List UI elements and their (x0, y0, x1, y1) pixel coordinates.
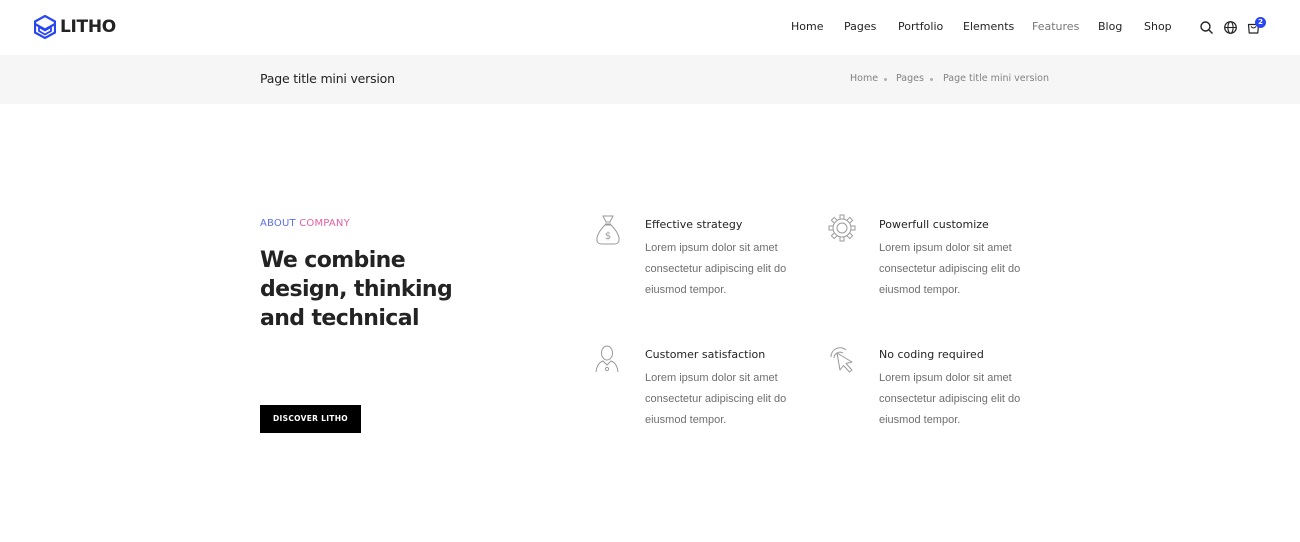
feature-description-line: eiusmod tempor. (879, 284, 961, 296)
site-header: LITHO Home Pages Portfolio Elements Feat… (0, 0, 1300, 55)
feature-description-line: Lorem ipsum dolor sit amet (879, 372, 1012, 384)
nav-item-pages[interactable]: Pages (844, 20, 876, 33)
feature-title: Effective strategy (645, 218, 743, 231)
feature-description-line: Lorem ipsum dolor sit amet (879, 242, 1012, 254)
user-icon (595, 345, 619, 373)
feature-description: Lorem ipsum dolor sit amet consectetur a… (645, 238, 815, 301)
breadcrumb-separator (884, 78, 887, 81)
page-title-bar: Page title mini version Home Pages Page … (0, 55, 1300, 104)
feature-description: Lorem ipsum dolor sit amet consectetur a… (879, 368, 1049, 431)
nav-item-portfolio[interactable]: Portfolio (898, 20, 943, 33)
nav-item-shop[interactable]: Shop (1144, 20, 1172, 33)
feature-description: Lorem ipsum dolor sit amet consectetur a… (879, 238, 1049, 301)
nav-item-home[interactable]: Home (791, 20, 823, 33)
feature-description-line: Lorem ipsum dolor sit amet (645, 372, 778, 384)
eyebrow-part1: ABOUT (260, 218, 296, 229)
feature-description-line: eiusmod tempor. (645, 414, 727, 426)
headline-line: and technical (260, 306, 419, 331)
feature-title: No coding required (879, 348, 984, 361)
feature-description-line: consectetur adipiscing elit do (879, 393, 1021, 405)
breadcrumb: Home Pages Page title mini version (0, 73, 1300, 87)
feature-title: Customer satisfaction (645, 348, 766, 361)
nav-item-features[interactable]: Features (1032, 20, 1079, 33)
feature-description-line: eiusmod tempor. (645, 284, 727, 296)
breadcrumb-pages[interactable]: Pages (896, 73, 924, 84)
breadcrumb-separator (930, 78, 933, 81)
section-eyebrow: ABOUT COMPANY (260, 218, 350, 229)
feature-description-line: Lorem ipsum dolor sit amet (645, 242, 778, 254)
feature-description-line: consectetur adipiscing elit do (645, 393, 787, 405)
nav-item-blog[interactable]: Blog (1098, 20, 1122, 33)
cart-count-badge: 2 (1255, 17, 1266, 28)
main-nav: Home Pages Portfolio Elements Features B… (0, 20, 1300, 36)
svg-text:$: $ (605, 231, 611, 242)
feature-title: Powerfull customize (879, 218, 989, 231)
breadcrumb-current: Page title mini version (943, 73, 1049, 84)
nav-item-elements[interactable]: Elements (963, 20, 1014, 33)
pointer-click-icon (830, 347, 853, 373)
gear-icon (828, 214, 856, 242)
section-headline: We combine design, thinking and technica… (260, 246, 480, 333)
feature-description: Lorem ipsum dolor sit amet consectetur a… (645, 368, 815, 431)
eyebrow-part2: COMPANY (299, 218, 350, 229)
money-bag-icon: $ (596, 215, 620, 245)
globe-icon[interactable] (1223, 20, 1238, 35)
breadcrumb-home[interactable]: Home (850, 73, 878, 84)
feature-description-line: consectetur adipiscing elit do (879, 263, 1021, 275)
feature-description-line: eiusmod tempor. (879, 414, 961, 426)
search-icon[interactable] (1199, 20, 1214, 35)
discover-button[interactable]: DISCOVER LITHO (260, 405, 361, 433)
feature-description-line: consectetur adipiscing elit do (645, 263, 787, 275)
headline-line: design, thinking (260, 277, 453, 302)
headline-line: We combine (260, 248, 406, 273)
